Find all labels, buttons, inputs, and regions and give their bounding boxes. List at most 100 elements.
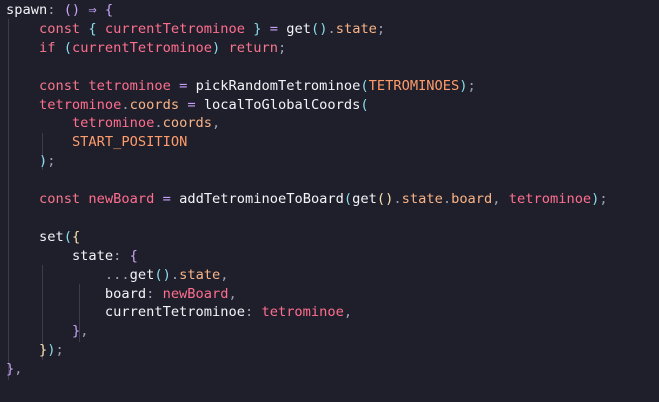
code-token: currentTetrominoe [104, 304, 245, 321]
code-token: state [71, 247, 114, 264]
code-token: () [376, 191, 394, 207]
code-token: ( [360, 96, 369, 113]
code-token: tetrominoe [71, 115, 155, 132]
code-token: { [129, 247, 138, 264]
code-token: const [38, 20, 81, 37]
code-token: . [121, 96, 130, 113]
code-token: . [170, 266, 180, 283]
code-token: = [170, 77, 196, 94]
code-token: : [113, 247, 130, 264]
code-line: ); [6, 150, 56, 172]
code-token: } [6, 361, 15, 378]
code-token: return [228, 39, 278, 56]
code-token: const [38, 191, 81, 207]
code-token: ( [63, 39, 72, 56]
code-token: = [154, 191, 180, 207]
code-token: currentTetrominoe [104, 20, 246, 37]
code-token: ( [63, 228, 72, 245]
code-token: ; [599, 191, 608, 207]
code-token: , [80, 323, 89, 340]
code-token: . [154, 115, 163, 132]
code-token: state [335, 20, 377, 37]
code-token: state [179, 266, 221, 283]
code-token: { [104, 2, 114, 18]
code-token: spawn [6, 2, 48, 18]
code-token: board [451, 191, 493, 207]
code-token: : [47, 2, 64, 18]
code-token: , [343, 304, 353, 321]
code-token: ... [104, 266, 130, 283]
code-token: . [327, 20, 336, 37]
code-token: ; [55, 342, 64, 359]
code-line: }, [6, 358, 23, 380]
code-token: ) [459, 77, 468, 94]
code-token: () [63, 2, 81, 18]
code-token: tetrominoe [38, 96, 122, 113]
code-token: . [442, 191, 452, 207]
code-token: { [88, 20, 97, 37]
code-token: , [212, 115, 221, 132]
code-token: addTetrominoeToBoard [179, 191, 344, 207]
code-token: tetrominoe [508, 191, 592, 207]
code-token: pickRandomTetrominoe [195, 77, 361, 94]
code-token: get [286, 20, 311, 37]
code-token: ) [38, 153, 48, 170]
code-token: tetrominoe [88, 77, 171, 94]
code-token: START_POSITION [71, 134, 188, 151]
code-token: const [38, 77, 81, 94]
code-token: ; [467, 77, 476, 94]
code-token: , [228, 285, 237, 302]
code-token: tetrominoe [261, 304, 344, 321]
code-token: get [352, 191, 377, 207]
code-token: get [129, 266, 155, 283]
code-token: board [104, 285, 147, 302]
code-token: = [261, 20, 287, 37]
code-token: localToGlobalCoords [203, 96, 361, 113]
code-token: newBoard [162, 285, 229, 302]
code-token: } [253, 20, 262, 37]
code-token: . [393, 191, 402, 207]
code-token: , [220, 266, 229, 283]
code-token: : [244, 304, 262, 321]
code-token: { [71, 228, 81, 245]
code-token: () [310, 20, 328, 37]
code-token: ; [376, 20, 386, 37]
code-editor[interactable]: spawn: () ⇒ { const { currentTetrominoe … [0, 0, 659, 402]
code-token: currentTetrominoe [71, 39, 213, 56]
code-token: () [154, 266, 171, 283]
code-token: ⇒ [80, 2, 105, 18]
code-token: ; [278, 39, 287, 56]
code-token: newBoard [88, 191, 155, 207]
code-token: = [179, 96, 204, 113]
code-token: : [146, 285, 163, 302]
code-token: , [492, 191, 509, 207]
code-line: if (currentTetrominoe) return; [6, 37, 286, 59]
code-token: coords [162, 115, 213, 132]
code-token: state [401, 191, 443, 207]
code-token: ( [343, 191, 353, 207]
code-token: set [38, 228, 64, 245]
code-token: TETROMINOES [368, 77, 460, 94]
code-token: ; [47, 153, 56, 170]
code-token: } [38, 342, 48, 359]
code-token: ( [360, 77, 369, 94]
code-token: coords [129, 96, 180, 113]
code-line: const newBoard = addTetrominoeToBoard(ge… [6, 188, 608, 210]
